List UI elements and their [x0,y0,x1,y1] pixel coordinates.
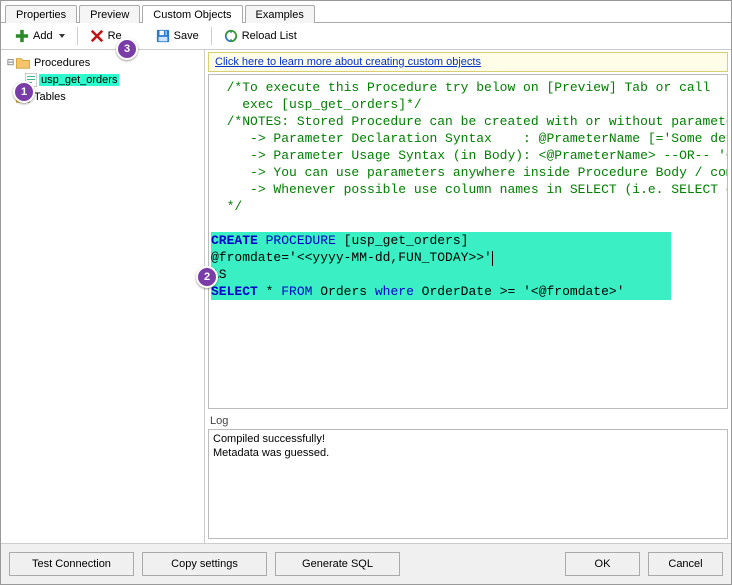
code-line: @fromdate='<<yyyy-MM-dd,FUN_TODAY>>' [211,249,671,266]
cancel-button[interactable]: Cancel [648,552,723,576]
save-label: Save [174,30,199,42]
code-comment: -> Whenever possible use column names in… [227,182,728,197]
reload-label: Reload List [242,30,297,42]
tab-examples[interactable]: Examples [245,5,315,23]
tree-node-procedures[interactable]: ⊟ Procedures [3,54,202,71]
disk-icon [156,29,170,43]
annotation-badge-3: 3 [116,38,138,60]
code-line: AS [211,266,671,283]
separator [77,27,78,45]
add-label: Add [33,30,53,42]
tab-custom-objects[interactable]: Custom Objects [142,5,242,23]
code-comment: -> Parameter Declaration Syntax : @Prame… [227,131,728,146]
tree-label: usp_get_orders [39,74,119,86]
refresh-icon [224,29,238,43]
code-comment: */ [227,199,243,214]
generate-sql-button[interactable]: Generate SQL [275,552,400,576]
add-button[interactable]: Add [9,27,71,45]
tree-label: Procedures [32,57,92,69]
object-tree[interactable]: ⊟ Procedures usp_get_orders Tables [1,50,205,543]
dialog-footer: Test Connection Copy settings Generate S… [1,543,731,584]
ok-button[interactable]: OK [565,552,640,576]
save-button[interactable]: Save [150,27,205,45]
tab-preview[interactable]: Preview [79,5,140,23]
separator [211,27,212,45]
annotation-badge-2: 2 [196,266,218,288]
x-icon [90,29,104,43]
test-connection-button[interactable]: Test Connection [9,552,134,576]
annotation-badge-1: 1 [13,81,35,103]
hint-link[interactable]: Click here to learn more about creating … [215,56,481,68]
chevron-down-icon [59,34,65,38]
log-textarea[interactable]: Compiled successfully! Metadata was gues… [208,429,728,539]
code-comment: exec [usp_get_orders]*/ [227,97,422,112]
collapse-icon[interactable]: ⊟ [5,57,16,68]
code-line: SELECT * FROM Orders where OrderDate >= … [211,283,671,300]
hint-bar: Click here to learn more about creating … [208,52,728,72]
folder-icon [16,57,30,69]
log-panel: Log Compiled successfully! Metadata was … [208,413,728,539]
main-split: ⊟ Procedures usp_get_orders Tables [1,50,731,543]
text-cursor [492,251,493,266]
editor-panel: Click here to learn more about creating … [205,50,731,543]
toolbar: Add Re Save Reload List [1,23,731,50]
tab-strip: Properties Preview Custom Objects Exampl… [1,1,731,23]
tab-properties[interactable]: Properties [5,5,77,23]
code-comment: -> You can use parameters anywhere insid… [227,165,728,180]
window-frame: Properties Preview Custom Objects Exampl… [0,0,732,585]
tree-label: Tables [32,91,68,103]
code-line: CREATE PROCEDURE [usp_get_orders] [211,232,671,249]
code-comment: -> Parameter Usage Syntax (in Body): <@P… [227,148,728,163]
copy-settings-button[interactable]: Copy settings [142,552,267,576]
reload-button[interactable]: Reload List [218,27,303,45]
plus-icon [15,29,29,43]
code-comment: /*NOTES: Stored Procedure can be created… [227,114,728,129]
code-comment: /*To execute this Procedure try below on… [227,80,711,95]
code-editor[interactable]: /*To execute this Procedure try below on… [208,74,728,409]
log-label: Log [208,413,728,429]
